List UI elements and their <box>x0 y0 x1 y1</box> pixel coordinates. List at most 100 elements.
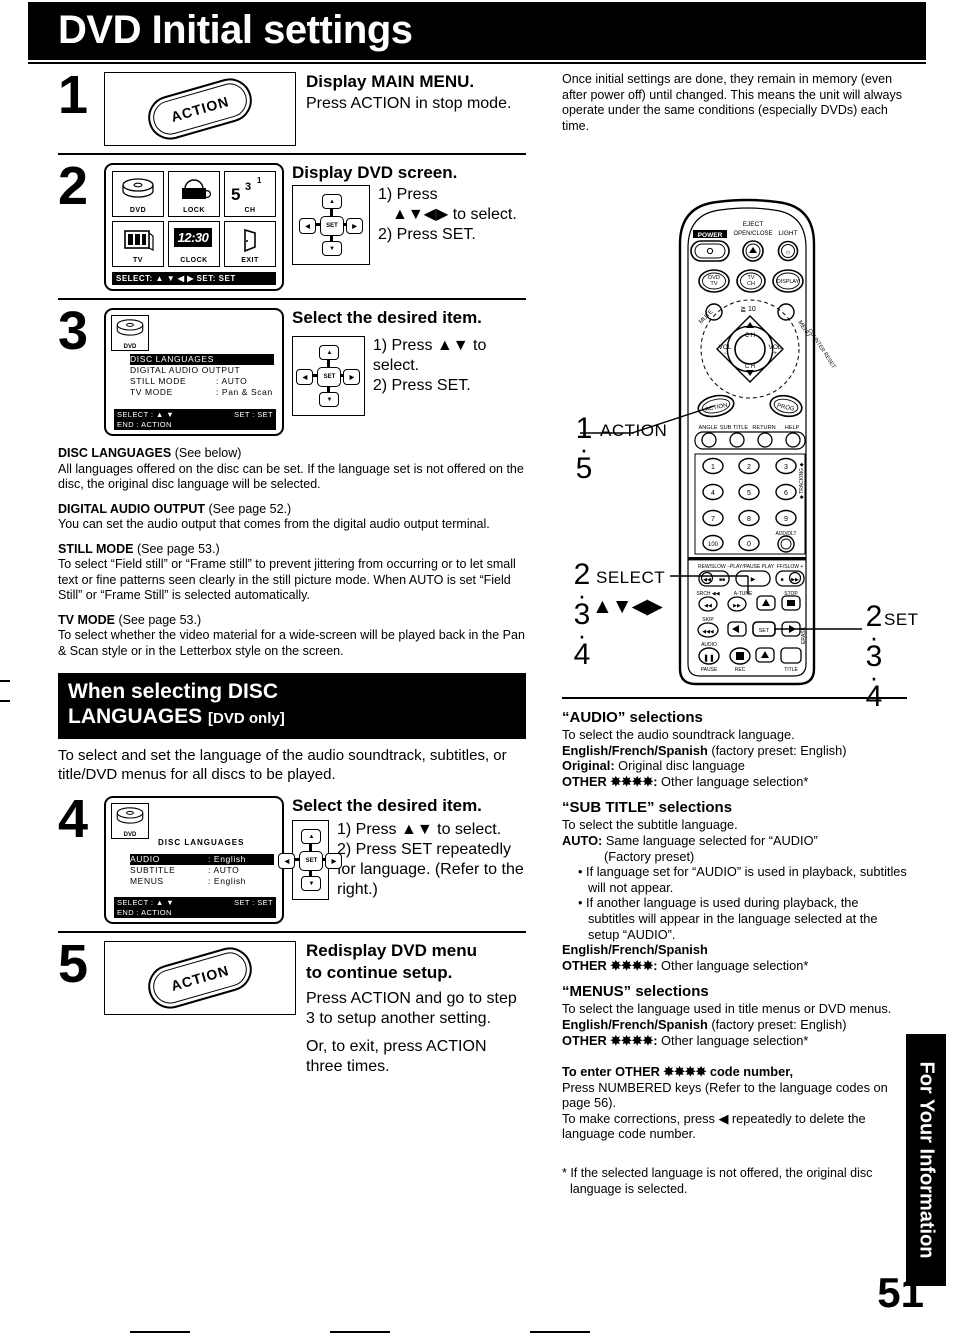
setup-row-still-mode[interactable]: STILL MODE : AUTO <box>130 376 274 387</box>
dpad-left-key: ◀ <box>278 853 296 869</box>
svg-text:VOL: VOL <box>768 344 781 351</box>
step-1-body: Press ACTION in stop mode. <box>306 95 512 112</box>
svg-text:PLAY/PAUSE PLAY: PLAY/PAUSE PLAY <box>730 564 775 570</box>
divider-3 <box>58 931 526 933</box>
svg-text:−: − <box>723 351 727 357</box>
disc-languages-screen-illustration: DVD DISC LANGUAGES AUDIO : English SUBTI… <box>104 796 284 924</box>
step-4-heading: Select the desired item. <box>292 796 482 815</box>
lang-row-subtitle[interactable]: SUBTITLE : AUTO <box>130 865 274 876</box>
step-5-body-2: Or, to exit, press ACTION three times. <box>306 1038 487 1075</box>
dvd-setup-screen-illustration: DVD DISC LANGUAGES DIGITAL AUDIO OUTPUT … <box>104 308 284 436</box>
crop-tick-left <box>0 680 10 682</box>
lang-screen-footer: SELECT : ▲ ▼ SET : SET END : ACTION <box>114 897 276 918</box>
menu-cell-lock: LOCK <box>168 171 220 217</box>
callout-set: 2 · 3 · 4 <box>862 602 886 712</box>
svg-text:RETURN: RETURN <box>752 425 775 431</box>
desc-term-digital-audio-output: DIGITAL AUDIO OUTPUT <box>58 501 205 516</box>
svg-text:8: 8 <box>747 516 751 523</box>
step-4-item-2: 2) Press SET repeatedly for language. (R… <box>336 841 524 898</box>
step-2-dpad-illustration: ▲ ▼ ◀ ▶ SET <box>292 185 370 265</box>
step-2-arrow-note: ▲▼◀▶ to select. <box>392 206 517 223</box>
step-3-heading: Select the desired item. <box>292 308 482 327</box>
callout-set-label: SET <box>884 610 919 629</box>
other-code-line-1: Press NUMBERED keys (Refer to the langua… <box>562 1079 888 1111</box>
svg-text:1: 1 <box>711 464 715 471</box>
audio-line-3: OTHER ✸✸✸✸: Other language selection* <box>562 773 809 789</box>
subtitle-selections-intro: To select the subtitle language. <box>562 817 738 833</box>
menu-cell-exit-label: EXIT <box>241 257 259 264</box>
lang-row-audio[interactable]: AUDIO : English <box>130 854 274 865</box>
dpad-left-key: ◀ <box>296 369 314 385</box>
svg-text:REW/SLOW −: REW/SLOW − <box>698 564 730 570</box>
audio-selections-intro: To select the audio soundtrack language. <box>562 727 795 742</box>
ch-sup-number-1: 3 <box>245 181 252 193</box>
step-2-item-1: 1) Press <box>378 186 438 203</box>
menu-cell-clock-label: CLOCK <box>180 257 208 264</box>
ch-big-number: 5 <box>231 185 241 204</box>
step-5-heading-line-1: Redisplay DVD menu <box>306 941 477 960</box>
dpad-icon: ▲ ▼ ◀ ▶ SET <box>299 194 363 256</box>
subtitle-bullet-1: • If language set for “AUDIO” is used in… <box>578 864 907 895</box>
callout-select-label: SELECT <box>596 568 666 587</box>
svg-text:7: 7 <box>711 516 715 523</box>
desc-term-disc-languages: DISC LANGUAGES <box>58 446 172 460</box>
step-5: 5 ACTION Redisplay DVD menu to continue … <box>58 934 526 1077</box>
side-tab-label: For Your Information <box>915 1061 938 1259</box>
page-number: 51 <box>877 1269 924 1316</box>
desc-ref-digital-audio-output: (See page 52.) <box>208 501 292 516</box>
desc-term-still-mode: STILL MODE <box>58 541 134 556</box>
menu-cell-tv-label: TV <box>133 257 143 264</box>
svg-text:0: 0 <box>747 541 751 548</box>
step-3-item-2: 2) Press SET. <box>372 377 471 394</box>
setup-row-disc-languages[interactable]: DISC LANGUAGES <box>130 354 274 365</box>
desc-disc-languages: DISC LANGUAGES (See below) All languages… <box>58 446 526 493</box>
intro-paragraph: Once initial settings are done, they rem… <box>562 72 902 133</box>
step-4-number: 4 <box>58 789 89 849</box>
callout-select-arrows: ▲▼◀▶ <box>592 595 663 618</box>
step-1: 1 ACTION Display MAIN MENU. Press ACTION… <box>58 65 526 146</box>
ch-sup-number-2: 1 <box>257 176 262 185</box>
callout-action: 1 · 5 <box>564 414 604 484</box>
step-4: 4 DVD DISC LANGUAGES AUDIO: English SUB… <box>58 789 526 924</box>
setup-disc-label: DVD <box>123 344 137 350</box>
subtitle-line-1: English/French/Spanish <box>562 942 708 958</box>
step-1-number: 1 <box>58 65 89 125</box>
svg-text:SUB TITLE: SUB TITLE <box>720 425 748 431</box>
svg-text:❚❚: ❚❚ <box>703 654 715 662</box>
svg-text:LIGHT: LIGHT <box>778 230 797 237</box>
step-5-number: 5 <box>58 934 89 994</box>
footnote: * If the selected language is not offere… <box>562 1166 873 1196</box>
settings-descriptions: DISC LANGUAGES (See below) All languages… <box>58 446 526 659</box>
desc-text-still-mode: To select “Field still” or “Frame still”… <box>58 557 516 602</box>
svg-text:SET: SET <box>759 628 770 634</box>
banner-line-2: LANGUAGES <box>68 705 203 728</box>
step-5-body-1: Press ACTION and go to step 3 to setup a… <box>306 990 517 1027</box>
setup-row-digital-audio-output[interactable]: DIGITAL AUDIO OUTPUT <box>130 365 274 376</box>
desc-tv-mode: TV MODE (See page 53.) To select whether… <box>58 613 526 660</box>
action-button-icon: ACTION <box>142 73 258 145</box>
setup-disc-icon: DVD <box>111 315 149 351</box>
svg-text:▶▶: ▶▶ <box>791 577 799 583</box>
main-menu-status-bar: SELECT: ▲ ▼ ◀ ▶ SET: SET <box>112 272 276 285</box>
lang-row-menus[interactable]: MENUS : English <box>130 876 274 887</box>
tv-icon <box>124 229 154 251</box>
step-3: 3 DVD DISC LANGUAGES DIGITAL AUDIO OUTPU… <box>58 301 526 436</box>
crop-tick-bottom-2 <box>330 1331 390 1333</box>
setup-row-tv-mode[interactable]: TV MODE : Pan & Scan <box>130 387 274 398</box>
desc-text-digital-audio-output: You can set the audio output that comes … <box>58 517 490 531</box>
svg-text:◆ TRACKING ◆: ◆ TRACKING ◆ <box>799 463 805 499</box>
svg-text:EJECT: EJECT <box>743 221 764 228</box>
page-title: DVD Initial settings <box>58 8 413 52</box>
lang-disc-label: DVD <box>123 832 137 838</box>
svg-text:▶: ▶ <box>751 577 756 583</box>
crop-tick-bottom-1 <box>130 1331 190 1333</box>
step-2-item-2: 2) Press SET. <box>378 226 476 243</box>
step-4-item-1: 1) Press ▲▼ to select. <box>336 821 502 838</box>
svg-text:A-TUNE: A-TUNE <box>734 591 753 597</box>
banner-line-2-suffix: [DVD only] <box>208 710 285 727</box>
step-2-heading: Display DVD screen. <box>292 163 458 182</box>
banner-line-1: When selecting DISC <box>68 680 279 703</box>
step-3-number: 3 <box>58 301 89 361</box>
menu-cell-clock: 12:30 CLOCK <box>168 221 220 267</box>
desc-ref-disc-languages: (See below) <box>174 446 242 460</box>
